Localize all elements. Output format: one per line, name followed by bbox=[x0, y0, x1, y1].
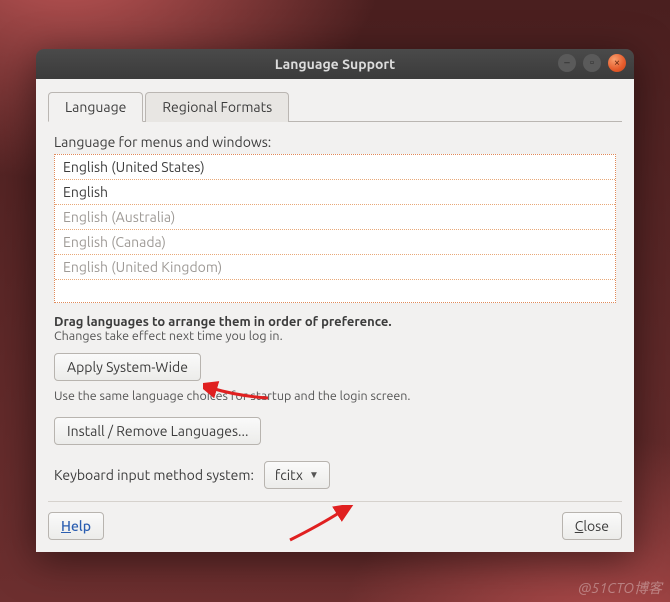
keyboard-input-row: Keyboard input method system: fcitx ▼ bbox=[54, 461, 616, 489]
list-item[interactable]: English bbox=[55, 180, 615, 205]
chevron-down-icon: ▼ bbox=[309, 469, 319, 481]
list-item[interactable]: English (Canada) bbox=[55, 230, 615, 255]
minimize-button[interactable]: – bbox=[558, 54, 576, 72]
language-section: Language for menus and windows: English … bbox=[48, 134, 622, 489]
dialog-footer: Help Close bbox=[48, 501, 622, 540]
list-item[interactable]: English (United States) bbox=[55, 155, 615, 180]
tab-strip: Language Regional Formats bbox=[48, 91, 622, 122]
list-item-blank bbox=[55, 280, 615, 302]
close-button[interactable]: × bbox=[608, 54, 626, 72]
apply-description: Use the same language choices for startu… bbox=[54, 389, 616, 403]
titlebar[interactable]: Language Support – ▫ × bbox=[36, 49, 634, 79]
maximize-button[interactable]: ▫ bbox=[583, 54, 601, 72]
list-item[interactable]: English (Australia) bbox=[55, 205, 615, 230]
language-support-window: Language Support – ▫ × Language Regional… bbox=[36, 49, 634, 552]
close-dialog-button[interactable]: Close bbox=[562, 512, 622, 540]
keyboard-input-dropdown[interactable]: fcitx ▼ bbox=[264, 461, 330, 489]
tab-language[interactable]: Language bbox=[48, 92, 143, 122]
dropdown-value: fcitx bbox=[275, 467, 303, 483]
drag-hint: Drag languages to arrange them in order … bbox=[54, 315, 616, 329]
window-controls: – ▫ × bbox=[558, 54, 626, 72]
window-body: Language Regional Formats Language for m… bbox=[36, 79, 634, 552]
tab-regional-formats[interactable]: Regional Formats bbox=[145, 92, 289, 122]
watermark: @51CTO博客 bbox=[578, 578, 662, 598]
drag-hint-sub: Changes take effect next time you log in… bbox=[54, 329, 616, 343]
keyboard-input-label: Keyboard input method system: bbox=[54, 467, 254, 483]
language-list[interactable]: English (United States) English English … bbox=[54, 154, 616, 303]
apply-system-wide-button[interactable]: Apply System-Wide bbox=[54, 353, 201, 381]
language-list-label: Language for menus and windows: bbox=[54, 134, 616, 150]
help-button[interactable]: Help bbox=[48, 512, 104, 540]
window-title: Language Support bbox=[275, 56, 395, 72]
install-remove-languages-button[interactable]: Install / Remove Languages... bbox=[54, 417, 261, 445]
list-item[interactable]: English (United Kingdom) bbox=[55, 255, 615, 280]
